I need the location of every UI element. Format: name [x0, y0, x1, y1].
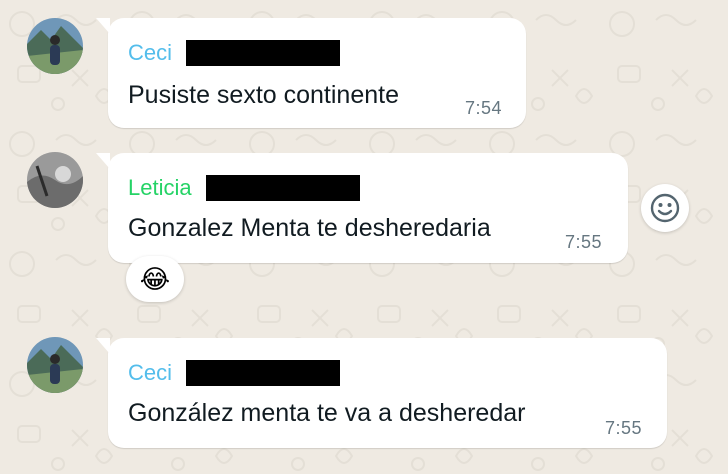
sender-name[interactable]: Leticia: [128, 175, 192, 201]
message-bubble[interactable]: Leticia Gonzalez Menta te desheredaria 7…: [96, 153, 628, 263]
message-time: 7:54: [465, 98, 503, 118]
message-time: 7:55: [605, 418, 643, 438]
message-time: 7:55: [565, 232, 603, 252]
smiley-face-icon: [650, 193, 680, 223]
bubble-tail: [96, 338, 110, 354]
avatar-ceci[interactable]: [27, 18, 83, 74]
redaction-block: [186, 40, 341, 66]
sender-name[interactable]: Ceci: [128, 360, 172, 386]
add-reaction-button[interactable]: [641, 184, 689, 232]
redaction-block: [205, 175, 360, 201]
avatar-leticia[interactable]: [27, 152, 83, 208]
message-reaction[interactable]: 😂: [126, 256, 184, 302]
bubble-tail: [96, 153, 110, 169]
sender-name[interactable]: Ceci: [128, 40, 172, 66]
message-text: González menta te va a desheredar: [128, 399, 526, 427]
redaction-block: [186, 360, 341, 386]
message-bubble[interactable]: Ceci Pusiste sexto continente 7:54: [96, 18, 526, 128]
message-text: Gonzalez Menta te desheredaria: [128, 214, 491, 242]
avatar-leticia-photo: [27, 152, 83, 208]
bubble-tail: [96, 18, 110, 34]
avatar-ceci-photo: [27, 337, 83, 393]
avatar-ceci[interactable]: [27, 337, 83, 393]
tears-of-joy-emoji: 😂: [139, 264, 171, 294]
message-bubble[interactable]: Ceci González menta te va a desheredar 7…: [96, 338, 667, 448]
message-text: Pusiste sexto continente: [128, 81, 399, 109]
avatar-ceci-photo: [27, 18, 83, 74]
